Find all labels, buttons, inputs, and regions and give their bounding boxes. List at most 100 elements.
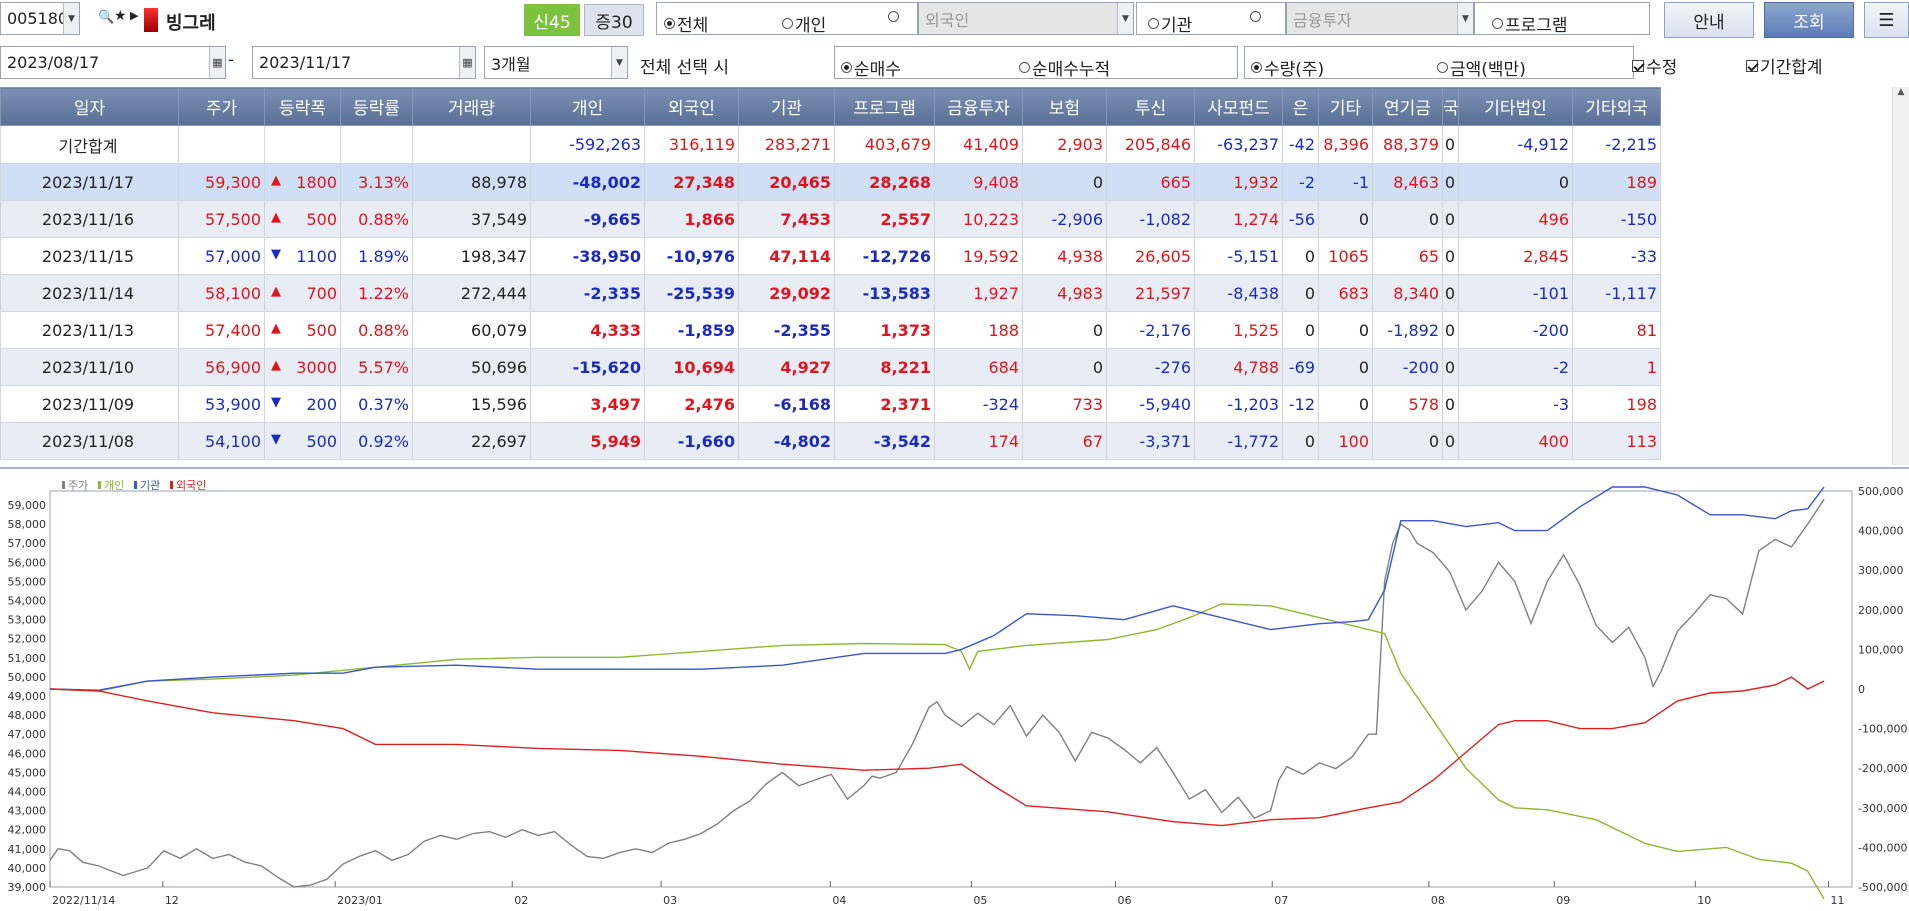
value-cell: 0 bbox=[1372, 200, 1443, 238]
value-cell: 5,949 bbox=[530, 422, 645, 460]
y-left-tick: 45,000 bbox=[8, 766, 47, 779]
value-cell: 20,465 bbox=[738, 163, 835, 201]
credit-badge: 신45 bbox=[524, 4, 580, 36]
menu-icon[interactable]: ☰ bbox=[1864, 2, 1909, 38]
x-tick-label: 09 bbox=[1556, 894, 1570, 907]
radio-individual[interactable]: 개인 bbox=[782, 11, 826, 36]
table-header-row: 일자 주가 등락폭 등락률 거래량 개인 외국인 기관 프로그램 금융투자 보험 투신 사모펀드 은 기타 연… bbox=[0, 87, 1661, 126]
guide-button[interactable]: 안내 bbox=[1664, 2, 1754, 38]
table-row[interactable]: 2023/11/17 59,300 ▲ 1800 3.13% 88,978 -48,002 2… bbox=[0, 163, 1661, 201]
radio-institution[interactable]: 기관 bbox=[1148, 11, 1192, 36]
radio-net-buy[interactable]: 순매수 bbox=[841, 55, 901, 80]
radio-net-buy-cum[interactable]: 순매수누적 bbox=[1019, 55, 1110, 80]
value-cell: 81 bbox=[1572, 311, 1661, 349]
column-header[interactable]: 프로그램 bbox=[834, 87, 935, 126]
value-cell: 2,845 bbox=[1458, 237, 1573, 275]
column-header[interactable]: 일자 bbox=[0, 87, 179, 126]
value-cell: -1,660 bbox=[644, 422, 739, 460]
radio-foreign[interactable] bbox=[888, 11, 899, 22]
radio-quantity[interactable]: 수량(주) bbox=[1251, 55, 1324, 80]
foreign-select[interactable]: 외국인 ▼ bbox=[918, 2, 1134, 35]
radio-net-buy-cum-label: 순매수누적 bbox=[1032, 60, 1111, 80]
column-header[interactable]: 기타외국 bbox=[1572, 87, 1661, 126]
summary-row[interactable]: 기간합계 -592,263 316,119 283,271 403,679 41,409 2… bbox=[0, 125, 1661, 164]
column-header[interactable]: 기타 bbox=[1318, 87, 1373, 126]
table-scrollbar[interactable]: ▲ bbox=[1892, 87, 1909, 465]
column-header[interactable]: 거래량 bbox=[412, 87, 531, 126]
value-cell: 0 bbox=[1442, 422, 1459, 460]
y-left-tick: 42,000 bbox=[8, 824, 47, 837]
column-header[interactable]: 보험 bbox=[1022, 87, 1107, 126]
fininvest-dropdown-icon[interactable]: ▼ bbox=[1457, 3, 1473, 34]
x-tick-label: 07 bbox=[1274, 894, 1288, 907]
start-date-input[interactable]: 2023/08/17 ▦ bbox=[0, 46, 226, 79]
period-select[interactable]: 3개월 ▼ bbox=[484, 46, 628, 79]
table-row[interactable]: 2023/11/16 57,500 ▲ 500 0.88% 37,549 -9,665 1,8… bbox=[0, 200, 1661, 238]
column-header[interactable]: 국 bbox=[1442, 87, 1459, 126]
column-header[interactable]: 외국인 bbox=[644, 87, 739, 126]
calendar-icon[interactable]: ▦ bbox=[459, 47, 475, 78]
value-cell: -200 bbox=[1372, 348, 1443, 386]
value-cell: 28,268 bbox=[834, 163, 935, 201]
fininvest-select[interactable]: 금융투자 ▼ bbox=[1286, 2, 1474, 35]
value-cell: -10,976 bbox=[644, 237, 739, 275]
column-header[interactable]: 등락률 bbox=[340, 87, 413, 126]
mode-radio-group: 순매수 순매수누적 bbox=[834, 46, 1238, 80]
table-row[interactable]: 2023/11/14 58,100 ▲ 700 1.22% 272,444 -2,335 -2… bbox=[0, 274, 1661, 312]
radio-institution-dot bbox=[1148, 18, 1159, 29]
table-row[interactable]: 2023/11/13 57,400 ▲ 500 0.88% 60,079 4,333 -1,8… bbox=[0, 311, 1661, 349]
arrow-up-icon: ▲ bbox=[271, 320, 281, 336]
value-cell: 4,983 bbox=[1022, 274, 1107, 312]
check-adjusted-label: 수정 bbox=[1646, 58, 1678, 78]
radio-program[interactable]: 프로그램 bbox=[1492, 11, 1568, 36]
table-row[interactable]: 2023/11/15 57,000 ▼ 1100 1.89% 198,347 -38,950… bbox=[0, 237, 1661, 275]
column-header[interactable]: 개인 bbox=[530, 87, 645, 126]
volume-cell: 50,696 bbox=[412, 348, 531, 386]
column-header[interactable]: 기관 bbox=[738, 87, 835, 126]
change-cell: ▲ 1800 bbox=[264, 163, 341, 201]
column-header[interactable]: 사모펀드 bbox=[1194, 87, 1283, 126]
check-period-sum[interactable]: 기간합계 bbox=[1746, 53, 1823, 78]
value-cell: -1 bbox=[1318, 163, 1373, 201]
foreign-dropdown-icon[interactable]: ▼ bbox=[1117, 3, 1133, 34]
column-header[interactable]: 등락폭 bbox=[264, 87, 341, 126]
column-header[interactable]: 기타법인 bbox=[1458, 87, 1573, 126]
value-cell: 2,476 bbox=[644, 385, 739, 423]
star-icon[interactable]: ★ bbox=[114, 8, 127, 24]
column-header[interactable]: 투신 bbox=[1106, 87, 1195, 126]
column-header[interactable]: 은 bbox=[1282, 87, 1319, 126]
check-adjusted[interactable]: 수정 bbox=[1632, 53, 1677, 78]
date-cell: 2023/11/13 bbox=[0, 311, 179, 349]
column-header[interactable]: 주가 bbox=[178, 87, 265, 126]
end-date-input[interactable]: 2023/11/17 ▦ bbox=[252, 46, 476, 79]
query-button[interactable]: 조회 bbox=[1764, 2, 1854, 38]
search-icon[interactable]: 🔍 bbox=[98, 10, 114, 25]
margin-badge: 증30 bbox=[584, 4, 644, 36]
calendar-icon[interactable]: ▦ bbox=[209, 47, 225, 78]
stock-code-input[interactable]: 005180 ▼ bbox=[0, 2, 80, 35]
change-value: 1100 bbox=[296, 246, 337, 266]
y-left-tick: 39,000 bbox=[8, 881, 47, 894]
price-cell: 58,100 bbox=[178, 274, 265, 312]
scroll-up-icon[interactable]: ▲ bbox=[1893, 87, 1909, 97]
radio-fininvest[interactable] bbox=[1250, 11, 1261, 22]
radio-individual-label: 개인 bbox=[795, 16, 827, 36]
value-cell: 0 bbox=[1282, 237, 1319, 275]
check-period-sum-label: 기간합계 bbox=[1760, 58, 1823, 78]
column-header[interactable]: 금융투자 bbox=[934, 87, 1023, 126]
x-tick-label: 2022/11/14 bbox=[52, 894, 115, 907]
code-dropdown-icon[interactable]: ▼ bbox=[63, 3, 79, 34]
period-dropdown-icon[interactable]: ▼ bbox=[611, 47, 627, 78]
arrow-right-icon[interactable]: ▶ bbox=[130, 9, 138, 22]
radio-all[interactable]: 전체 bbox=[664, 11, 708, 36]
column-header[interactable]: 연기금 bbox=[1372, 87, 1443, 126]
arrow-up-icon: ▲ bbox=[271, 209, 281, 225]
table-row[interactable]: 2023/11/10 56,900 ▲ 3000 5.57% 50,696 -15,620 1… bbox=[0, 348, 1661, 386]
table-row[interactable]: 2023/11/09 53,900 ▼ 200 0.37% 15,596 3,497 2,47… bbox=[0, 385, 1661, 423]
table-row[interactable]: 2023/11/08 54,100 ▼ 500 0.92% 22,697 5,949 -1,6… bbox=[0, 422, 1661, 460]
value-cell: 100 bbox=[1318, 422, 1373, 460]
value-cell: -101 bbox=[1458, 274, 1573, 312]
value-cell: 578 bbox=[1372, 385, 1443, 423]
radio-amount[interactable]: 금액(백만) bbox=[1437, 55, 1526, 80]
change-value: 500 bbox=[306, 320, 337, 340]
